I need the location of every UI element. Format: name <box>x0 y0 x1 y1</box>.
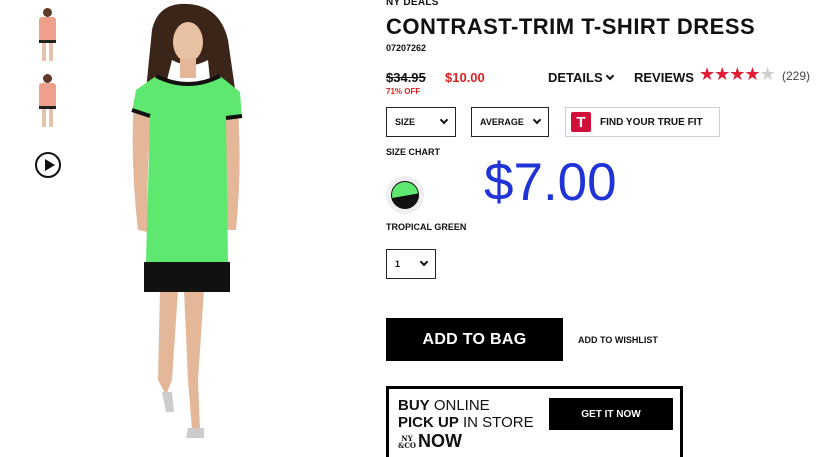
overlay-price: $7.00 <box>484 153 617 212</box>
chevron-down-icon <box>419 257 429 267</box>
discount-label: 71% OFF <box>386 87 421 96</box>
product-sku: 07207262 <box>386 43 427 53</box>
bopis-line-now: NY &CO NOW <box>398 431 462 452</box>
sale-price: $10.00 <box>445 70 485 85</box>
bopis-buy-rest: ONLINE <box>429 397 490 414</box>
quantity-select[interactable]: 1 <box>386 249 436 279</box>
thumbnail-front[interactable] <box>30 6 66 62</box>
size-select[interactable]: SIZE <box>386 107 456 137</box>
color-swatch-icon <box>391 181 419 209</box>
size-chart-link[interactable]: SIZE CHART <box>386 147 440 157</box>
nyco-logo-bottom: &CO <box>398 440 416 450</box>
true-fit-logo-icon: T <box>571 112 591 132</box>
product-main-image <box>131 3 243 438</box>
bopis-line-pickup: PICK UP IN STORE <box>398 414 534 431</box>
color-swatch-tropical-green[interactable] <box>386 176 424 214</box>
thumbnail-back[interactable] <box>30 72 66 128</box>
fit-select-label: AVERAGE <box>480 117 524 127</box>
nyco-logo-icon: NY &CO <box>398 435 416 449</box>
brand-tag: NY DEALS <box>386 0 439 8</box>
bopis-pickup-bold: PICK UP <box>398 414 459 431</box>
true-fit-button[interactable]: T FIND YOUR TRUE FIT <box>565 107 720 137</box>
chevron-down-icon <box>605 71 614 81</box>
thumb-figure-head <box>43 8 52 17</box>
thumb-figure-legs <box>42 109 53 127</box>
add-to-wishlist-link[interactable]: ADD TO WISHLIST <box>578 335 658 345</box>
chevron-down-icon <box>439 115 449 125</box>
star-icon-half: ★ <box>759 64 776 84</box>
thumb-figure-legs <box>42 43 53 61</box>
chevron-down-icon <box>532 115 542 125</box>
add-to-bag-button[interactable]: ADD TO BAG <box>386 318 563 361</box>
buy-online-pickup-banner: BUY ONLINE PICK UP IN STORE NY &CO NOW GE… <box>386 386 683 457</box>
bopis-line-buy: BUY ONLINE <box>398 397 490 414</box>
color-name-label: TROPICAL GREEN <box>386 222 467 232</box>
bopis-buy-bold: BUY <box>398 397 430 414</box>
details-toggle[interactable]: DETAILS <box>548 70 614 85</box>
review-count[interactable]: (229) <box>782 69 810 83</box>
fit-select[interactable]: AVERAGE <box>471 107 549 137</box>
thumb-figure-head <box>43 74 52 83</box>
play-video-icon[interactable] <box>35 152 61 178</box>
thumbnail-list <box>30 6 66 138</box>
star-icons-filled: ★★★★ <box>699 64 761 84</box>
original-price: $34.95 <box>386 70 426 85</box>
bopis-now: NOW <box>418 431 462 451</box>
reviews-link[interactable]: REVIEWS <box>634 70 694 85</box>
get-it-now-button[interactable]: GET IT NOW <box>549 398 673 430</box>
details-label: DETAILS <box>548 70 603 85</box>
size-select-label: SIZE <box>395 117 416 127</box>
bopis-pickup-rest: IN STORE <box>458 414 534 431</box>
star-rating[interactable]: ★★★★★ <box>699 64 776 85</box>
product-title: CONTRAST-TRIM T-SHIRT DRESS <box>386 14 756 39</box>
true-fit-label: FIND YOUR TRUE FIT <box>600 116 703 128</box>
quantity-value: 1 <box>395 259 401 269</box>
